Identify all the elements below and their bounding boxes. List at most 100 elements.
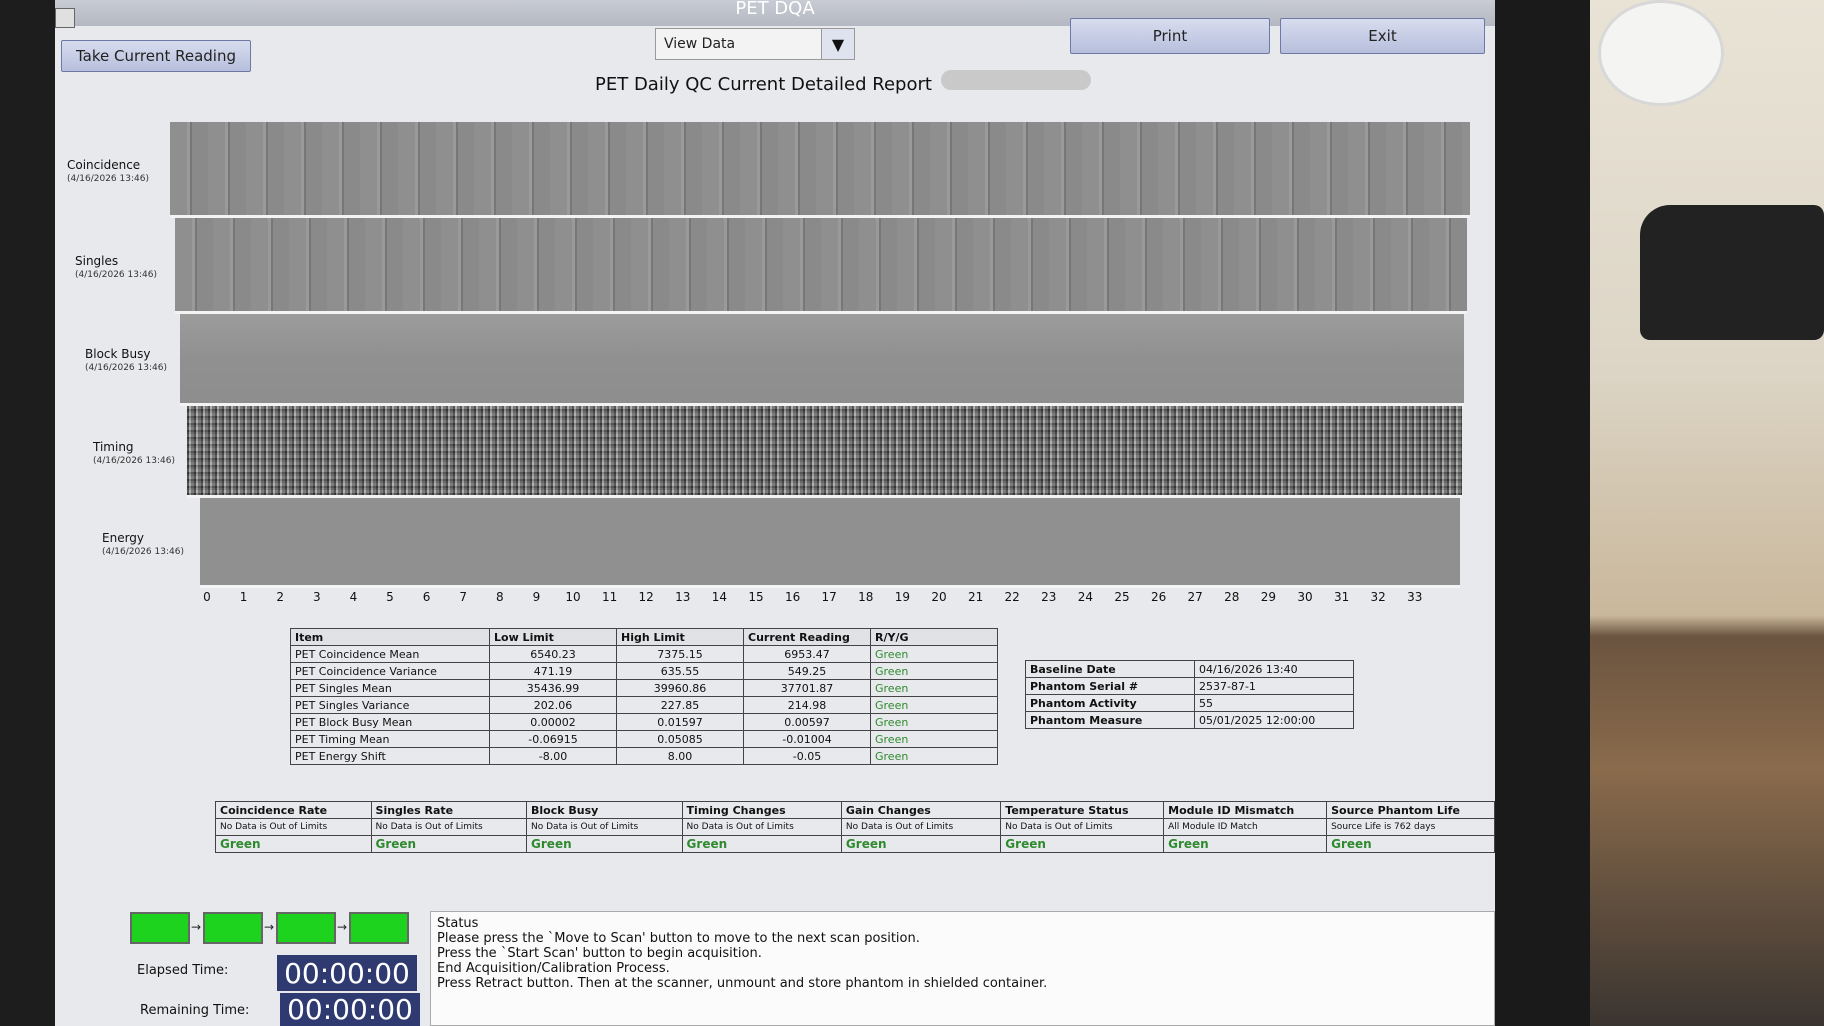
status-detail-cell: No Data is Out of Limits — [1000, 818, 1165, 836]
status-result-cell: Green — [681, 835, 842, 853]
panel-label-text: Timing — [93, 440, 134, 454]
axis-tick-label: 5 — [386, 590, 394, 604]
status-line: Press Retract button. Then at the scanne… — [437, 976, 1048, 991]
table-cell: Green — [870, 645, 998, 663]
info-value: 2537-87-1 — [1194, 677, 1354, 695]
axis-tick-label: 10 — [565, 590, 581, 604]
energy-map — [200, 498, 1460, 588]
table-cell: -0.05 — [743, 747, 871, 765]
table-row: PET Singles Variance 202.06 227.85 214.98 Gr… — [290, 696, 998, 714]
axis-tick-label: 27 — [1187, 590, 1203, 604]
status-col-header: Gain Changes — [840, 801, 1002, 819]
status-col-header: Coincidence Rate — [215, 801, 372, 819]
info-key: Phantom Measure — [1025, 711, 1195, 729]
arrow-right-icon: → — [337, 920, 348, 934]
table-cell: 214.98 — [743, 696, 871, 714]
panel-timestamp: (4/16/2026 13:46) — [67, 174, 149, 184]
take-current-reading-button[interactable]: Take Current Reading — [61, 40, 251, 72]
arrow-right-icon: → — [191, 920, 202, 934]
table-cell: PET Singles Mean — [290, 679, 490, 697]
axis-tick-label: 19 — [894, 590, 911, 604]
block-busy-map — [180, 314, 1464, 406]
table-cell: 8.00 — [616, 747, 744, 765]
view-select[interactable]: View Data ▼ — [655, 28, 855, 60]
panel-label-text: Singles — [75, 254, 119, 268]
status-col-header: Module ID Mismatch — [1163, 801, 1328, 819]
table-cell: PET Timing Mean — [290, 730, 490, 748]
table-row: PET Block Busy Mean 0.00002 0.01597 0.00597… — [290, 713, 998, 731]
panel-timestamp: (4/16/2026 13:46) — [102, 547, 184, 557]
elapsed-time-label: Elapsed Time: — [137, 963, 229, 978]
table-cell: PET Coincidence Variance — [290, 662, 490, 680]
report-title: PET Daily QC Current Detailed Report — [595, 74, 932, 95]
axis-tick-label: 17 — [821, 590, 837, 604]
status-col-header: Source Phantom Life — [1326, 801, 1495, 819]
status-col-header: Block Busy — [526, 801, 683, 819]
redacted-area — [941, 70, 1091, 90]
info-value: 55 — [1194, 694, 1354, 712]
system-menu-icon[interactable] — [55, 8, 75, 28]
axis-tick-label: 24 — [1077, 590, 1094, 604]
panel-label-timing: Timing (4/16/2026 13:46) — [93, 440, 175, 468]
table-cell: 0.01597 — [616, 713, 744, 731]
table-cell: 0.05085 — [616, 730, 744, 748]
status-line: Press the `Start Scan' button to begin a… — [437, 946, 762, 961]
step-indicator-1 — [130, 912, 190, 944]
status-detail-cell: No Data is Out of Limits — [840, 818, 1002, 836]
axis-tick-label: 25 — [1114, 590, 1130, 604]
axis-tick-label: 32 — [1370, 590, 1386, 604]
axis-tick-label: 12 — [638, 590, 654, 604]
panel-label-coincidence: Coincidence (4/16/2026 13:46) — [67, 158, 149, 186]
phantom-info-table: Baseline Date 04/16/2026 13:40 Phantom Ser… — [1025, 660, 1354, 729]
info-row: Phantom Serial #2537-87-1 — [1025, 677, 1354, 695]
table-cell: PET Block Busy Mean — [290, 713, 490, 731]
axis-tick-label: 0 — [203, 590, 211, 604]
view-select-value: View Data — [664, 36, 736, 52]
table-cell: 549.25 — [743, 662, 871, 680]
singles-map — [175, 218, 1467, 314]
table-cell: 7375.15 — [616, 645, 744, 663]
status-line: Please press the `Move to Scan' button t… — [437, 931, 920, 946]
chevron-down-icon[interactable]: ▼ — [821, 29, 854, 59]
table-cell: Green — [870, 730, 998, 748]
step-indicator-4 — [349, 912, 409, 944]
table-cell: 37701.87 — [743, 679, 871, 697]
status-header-row: Coincidence Rate Singles Rate Block Busy Ti… — [215, 801, 1495, 819]
table-cell: 227.85 — [616, 696, 744, 714]
axis-tick-label: 9 — [532, 590, 541, 604]
status-detail-cell: No Data is Out of Limits — [370, 818, 528, 836]
remaining-time-label: Remaining Time: — [140, 1003, 250, 1018]
status-header: Status — [437, 916, 479, 931]
panel-timestamp: (4/16/2026 13:46) — [85, 363, 167, 373]
status-col-header: Singles Rate — [370, 801, 528, 819]
table-cell: 635.55 — [616, 662, 744, 680]
remaining-time-display: 00:00:00 — [280, 993, 420, 1026]
axis-tick-label: 15 — [748, 590, 764, 604]
results-body: PET Coincidence Mean 6540.23 7375.15 6953.4… — [290, 645, 998, 765]
results-table: Item Low Limit High Limit Current Readin… — [290, 628, 998, 765]
status-details-row: No Data is Out of Limits No Data is Out o… — [215, 818, 1495, 836]
panel-label-text: Coincidence — [67, 158, 141, 172]
table-cell: 39960.86 — [616, 679, 744, 697]
axis-tick-label: 1 — [239, 590, 248, 604]
status-result-cell: Green — [370, 835, 528, 853]
status-result-cell: Green — [215, 835, 372, 853]
panel-label-text: Block Busy — [85, 347, 151, 361]
axis-tick-label: 33 — [1407, 590, 1423, 604]
axis-tick-label: 22 — [1004, 590, 1020, 604]
title-bar: PET DQA — [55, 0, 1495, 28]
table-cell: 202.06 — [489, 696, 617, 714]
status-detail-cell: No Data is Out of Limits — [526, 818, 683, 836]
status-result-cell: Green — [840, 835, 1002, 853]
table-cell: -0.01004 — [743, 730, 871, 748]
print-button[interactable]: Print — [1070, 18, 1270, 54]
axis-tick-label: 18 — [858, 590, 874, 604]
table-cell: Green — [870, 713, 998, 731]
info-row: Baseline Date 04/16/2026 13:40 — [1025, 660, 1354, 678]
exit-button[interactable]: Exit — [1280, 18, 1485, 54]
table-cell: Green — [870, 696, 998, 714]
axis-tick-label: 31 — [1333, 590, 1350, 604]
info-key: Baseline Date — [1025, 660, 1195, 678]
coincidence-map — [170, 122, 1470, 218]
panel-label-singles: Singles (4/16/2026 13:46) — [75, 254, 157, 282]
